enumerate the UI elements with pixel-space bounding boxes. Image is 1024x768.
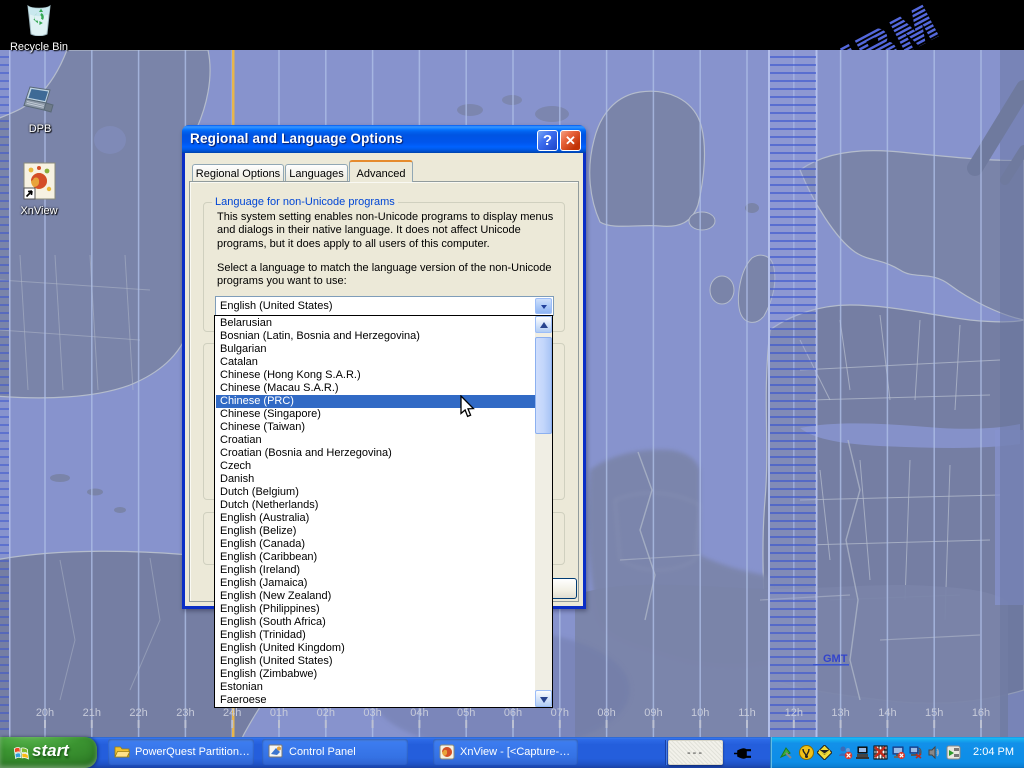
svg-text:03h: 03h xyxy=(363,707,381,719)
svg-text:15h: 15h xyxy=(925,707,943,719)
svg-text:20h: 20h xyxy=(36,707,54,719)
svg-text:06h: 06h xyxy=(504,707,522,719)
svg-text:23h: 23h xyxy=(176,707,194,719)
svg-text:09h: 09h xyxy=(644,707,662,719)
svg-text:04h: 04h xyxy=(410,707,428,719)
svg-text:14h: 14h xyxy=(878,707,896,719)
svg-text:07h: 07h xyxy=(551,707,569,719)
svg-text:02h: 02h xyxy=(317,707,335,719)
svg-text:11h: 11h xyxy=(738,707,756,719)
svg-text:12h: 12h xyxy=(785,707,803,719)
svg-text:10h: 10h xyxy=(691,707,709,719)
svg-text:08h: 08h xyxy=(597,707,615,719)
svg-text:22h: 22h xyxy=(129,707,147,719)
svg-text:24h: 24h xyxy=(223,707,241,719)
svg-text:21h: 21h xyxy=(83,707,101,719)
svg-text:01h: 01h xyxy=(270,707,288,719)
svg-text:16h: 16h xyxy=(972,707,990,719)
svg-text:GMT: GMT xyxy=(823,653,848,665)
svg-text:13h: 13h xyxy=(831,707,849,719)
svg-text:05h: 05h xyxy=(457,707,475,719)
